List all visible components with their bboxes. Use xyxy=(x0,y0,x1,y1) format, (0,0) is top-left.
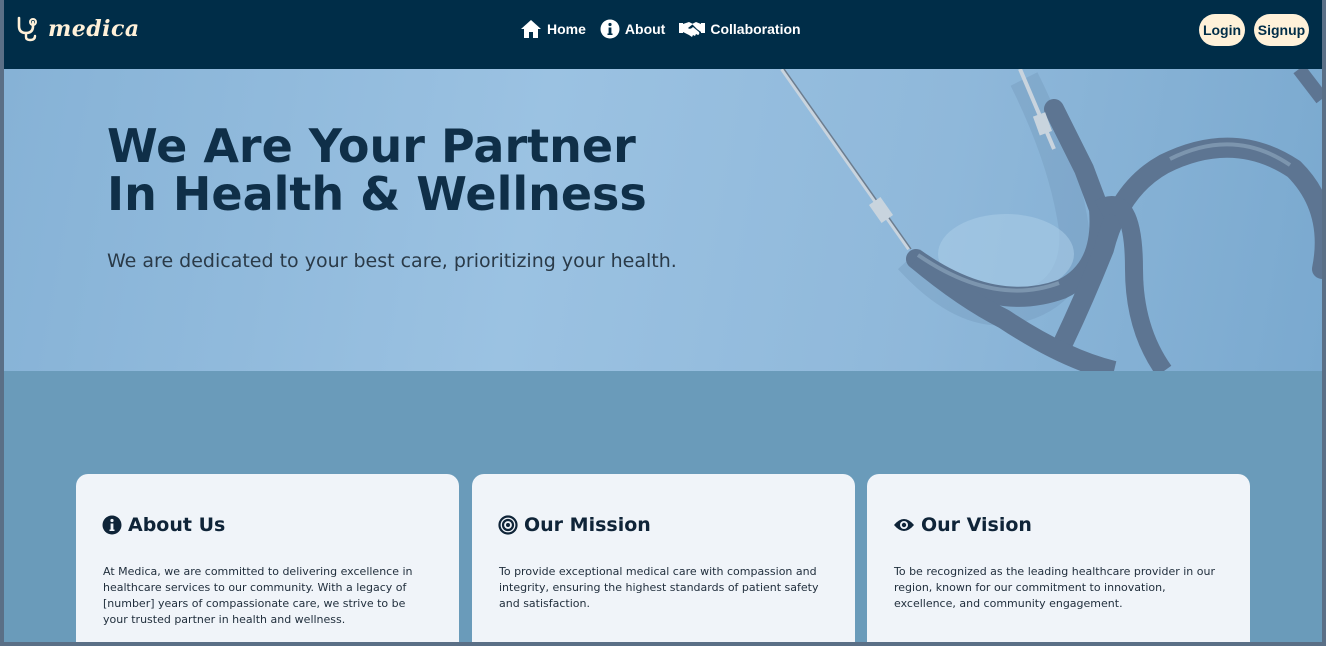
hero-title-line2: In Health & Wellness xyxy=(107,167,647,221)
info-circle-icon xyxy=(102,515,122,535)
about-us-card: About Us At Medica, we are committed to … xyxy=(76,474,459,642)
card-text: To provide exceptional medical care with… xyxy=(499,565,819,610)
nav-about[interactable]: About xyxy=(600,19,665,39)
nav-collaboration-label: Collaboration xyxy=(710,21,801,37)
card-text: At Medica, we are committed to deliverin… xyxy=(103,565,413,626)
brand-logo[interactable]: medica xyxy=(16,16,140,42)
navbar: medica Home About Collaboration Login Si… xyxy=(4,0,1322,69)
hero-title: We Are Your Partner In Health & Wellness xyxy=(107,122,707,218)
nav-menu: Home About Collaboration xyxy=(520,19,801,39)
home-icon xyxy=(521,20,541,38)
card-header: Our Vision xyxy=(893,514,1032,536)
handshake-icon xyxy=(679,22,706,37)
app-frame: medica Home About Collaboration Login Si… xyxy=(4,0,1322,642)
card-title: Our Mission xyxy=(524,514,651,536)
hero-subtitle: We are dedicated to your best care, prio… xyxy=(107,250,677,272)
nav-home[interactable]: Home xyxy=(520,19,586,39)
nav-home-label: Home xyxy=(547,21,586,37)
hero-title-line1: We Are Your Partner xyxy=(107,119,636,173)
card-title: About Us xyxy=(128,514,226,536)
target-icon xyxy=(498,515,518,535)
our-vision-card: Our Vision To be recognized as the leadi… xyxy=(867,474,1250,642)
stethoscope-icon xyxy=(17,16,37,42)
our-mission-card: Our Mission To provide exceptional medic… xyxy=(472,474,855,642)
auth-buttons: Login Signup xyxy=(1199,14,1309,46)
hero-banner: We Are Your Partner In Health & Wellness… xyxy=(4,69,1322,371)
window-bottom-edge xyxy=(0,642,1326,646)
login-button[interactable]: Login xyxy=(1199,14,1245,46)
signup-button[interactable]: Signup xyxy=(1254,14,1309,46)
card-header: About Us xyxy=(102,514,225,536)
eye-icon xyxy=(894,519,914,531)
card-header: Our Mission xyxy=(498,514,651,536)
card-title: Our Vision xyxy=(921,514,1032,536)
brand-name: medica xyxy=(48,16,140,42)
info-icon xyxy=(600,19,620,39)
nav-about-label: About xyxy=(624,21,666,37)
card-text: To be recognized as the leading healthca… xyxy=(894,565,1215,610)
nav-collaboration[interactable]: Collaboration xyxy=(679,20,801,38)
